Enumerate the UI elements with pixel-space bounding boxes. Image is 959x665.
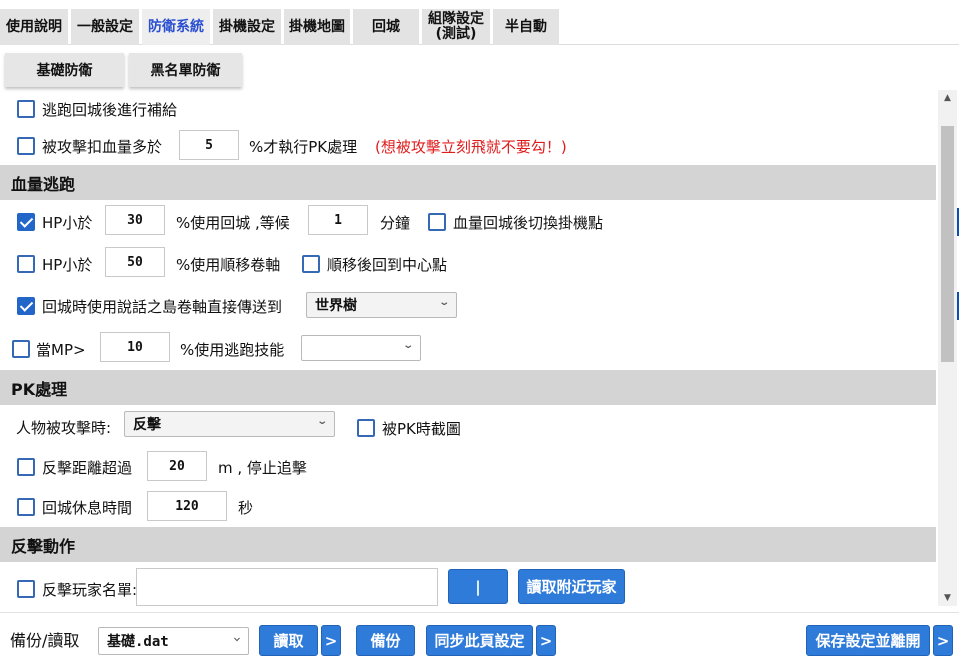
sync-more-button[interactable]: > [536,625,556,656]
return-center-label: 順移後回到中心點 [327,256,448,274]
scroll-down-icon[interactable]: ▼ [938,590,957,606]
tab-return-town[interactable]: 回城 [353,9,419,45]
top-tab-bar: 使用說明 一般設定 防衛系統 掛機設定 掛機地圖 回城 組隊設定 (測試) 半自… [0,0,959,45]
hp-drop-suffix: %才執行PK處理 [249,138,358,156]
backup-button[interactable]: 備份 [356,625,415,656]
backup-file-value: 基礎.dat [107,634,169,650]
return-center-checkbox[interactable] [302,255,320,273]
switch-spot-checkbox[interactable] [428,213,446,231]
tab-party-settings[interactable]: 組隊設定 (測試) [422,9,490,45]
pk-screenshot-checkbox[interactable] [357,419,375,437]
refill-after-escape-label: 逃跑回城後進行補給 [42,101,178,119]
chevron-down-icon: ⌄ [315,416,328,427]
rest-time-input[interactable]: 120 [147,491,227,521]
tab-defense-system[interactable]: 防衛系統 [142,9,210,45]
read-more-button[interactable]: > [321,625,341,656]
minutes-unit-label: 分鐘 [380,214,411,232]
chase-distance-label: 反擊距離超過 [42,459,133,477]
hp-teleport-input[interactable]: 50 [105,247,165,277]
hp-town-checkbox[interactable] [17,213,35,231]
scroll-up-icon[interactable]: ▲ [938,90,957,106]
tab-semi-auto[interactable]: 半自動 [493,9,559,45]
tab-general-settings[interactable]: 一般設定 [71,9,139,45]
save-and-exit-button[interactable]: 保存設定並離開 [806,625,930,656]
save-more-button[interactable]: > [933,625,953,656]
on-attacked-select[interactable]: 反擊 ⌄ [124,411,335,437]
read-button[interactable]: 讀取 [259,625,318,656]
counter-list-checkbox[interactable] [17,580,35,598]
hp-teleport-label: HP小於 [42,256,93,274]
chase-distance-input[interactable]: 20 [147,451,207,481]
scroll-transfer-checkbox[interactable] [17,297,35,315]
section-counter-action: 反擊動作 [0,527,936,562]
counter-list-textarea[interactable] [136,568,438,606]
read-nearby-button[interactable]: 讀取附近玩家 [518,569,625,604]
mp-skill-checkbox[interactable] [12,340,30,358]
chevron-down-icon: ⌄ [437,297,450,308]
transfer-destination-select[interactable]: 世界樹 ⌄ [306,292,457,318]
tab-instructions[interactable]: 使用說明 [0,9,68,45]
chase-distance-checkbox[interactable] [17,458,35,476]
mp-skill-input[interactable]: 10 [100,332,170,362]
hp-drop-checkbox[interactable] [17,137,35,155]
scrollbar-thumb[interactable] [941,126,954,362]
tab-afk-settings[interactable]: 掛機設定 [213,9,281,45]
vertical-scrollbar[interactable]: ▲ ▼ [938,90,957,606]
rest-time-checkbox[interactable] [17,498,35,516]
section-pk: PK處理 [0,370,936,405]
tab-afk-map[interactable]: 掛機地圖 [284,9,350,45]
hp-town-mid-label: %使用回城 ,等候 [176,214,290,232]
on-attacked-label: 人物被攻擊時: [16,419,112,437]
hp-town-input[interactable]: 30 [105,205,165,235]
rest-time-unit: 秒 [238,499,254,517]
mp-skill-label: 當MP> [36,341,86,359]
wait-minutes-input[interactable]: 1 [308,205,368,235]
escape-skill-select[interactable]: ⌄ [301,335,421,361]
hp-teleport-suffix: %使用順移卷軸 [176,256,281,274]
rest-time-label: 回城休息時間 [42,499,133,517]
refill-after-escape-checkbox[interactable] [17,100,35,118]
backup-file-select[interactable]: 基礎.dat ⌄ [98,627,249,655]
on-attacked-value: 反擊 [133,417,161,433]
section-hp-escape: 血量逃跑 [0,165,936,200]
chevron-down-icon: ⌄ [401,340,414,351]
separator-button[interactable]: | [448,569,508,604]
pk-screenshot-label: 被PK時截圖 [382,420,461,438]
mp-skill-suffix: %使用逃跑技能 [180,341,285,359]
subtab-basic-defense[interactable]: 基礎防衛 [5,53,124,87]
hp-town-label: HP小於 [42,214,93,232]
sync-page-button[interactable]: 同步此頁設定 [426,625,533,656]
hp-drop-input[interactable]: 5 [179,130,239,160]
hp-teleport-checkbox[interactable] [17,255,35,273]
chase-distance-suffix: m , 停止追擊 [218,459,307,477]
chevron-down-icon: ⌄ [232,632,242,643]
counter-list-label: 反擊玩家名單: [42,581,138,599]
subtab-blacklist-defense[interactable]: 黑名單防衛 [129,53,242,87]
hp-drop-warning: (想被攻擊立刻飛就不要勾！) [375,138,567,156]
transfer-destination-value: 世界樹 [315,298,357,314]
backup-read-label: 備份/讀取 [10,631,80,650]
switch-spot-label: 血量回城後切換掛機點 [453,214,604,232]
hp-drop-label: 被攻擊扣血量多於 [42,138,163,156]
scroll-transfer-label: 回城時使用說話之島卷軸直接傳送到 [42,298,283,316]
